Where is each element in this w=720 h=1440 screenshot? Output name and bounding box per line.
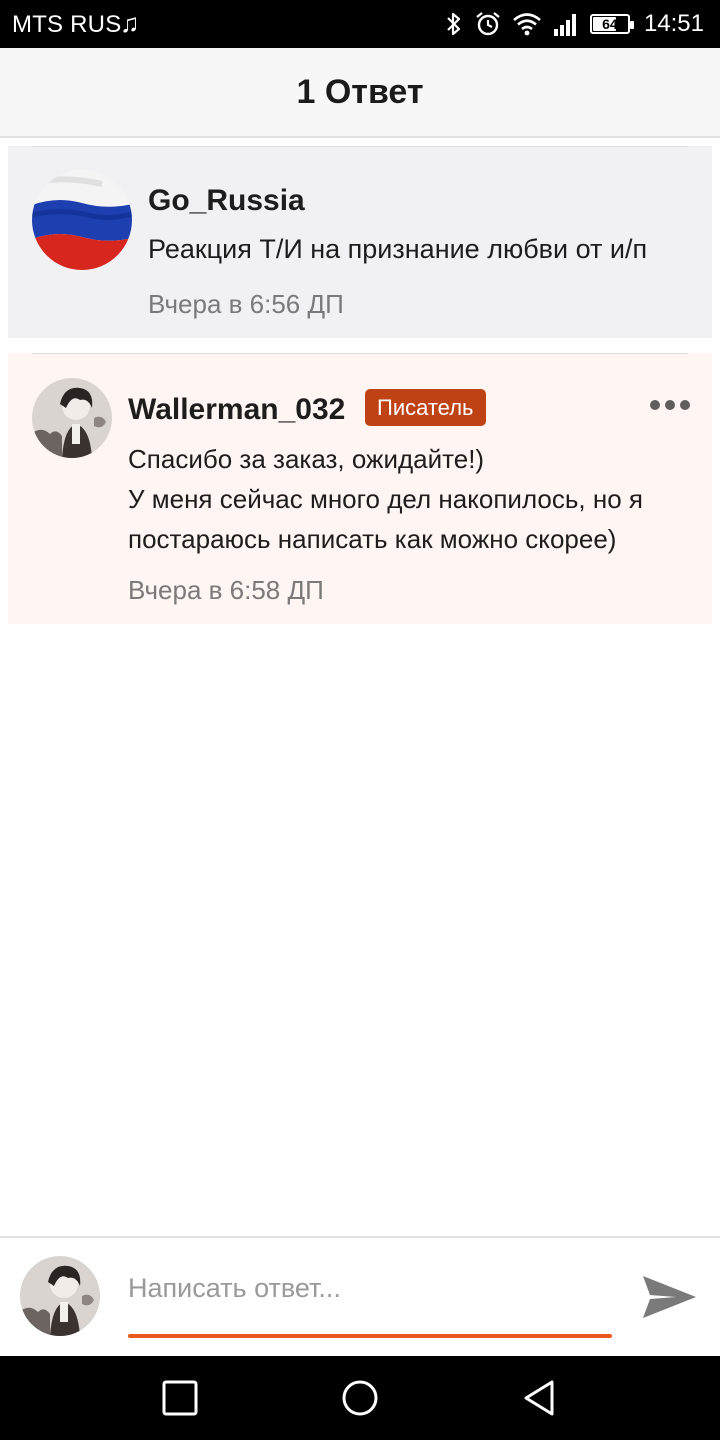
avatar[interactable]	[32, 378, 112, 458]
dot	[680, 400, 690, 410]
signal-icon	[552, 11, 580, 37]
reply-text: Спасибо за заказ, ожидайте!) У меня сейч…	[128, 439, 643, 559]
status-icons: 64 14:51	[444, 0, 704, 48]
recent-apps-icon[interactable]	[158, 1376, 202, 1420]
battery-level: 64	[602, 16, 618, 32]
parent-author-name[interactable]: Go_Russia	[148, 184, 305, 218]
parent-comment-text: Реакция Т/И на признание любви от и/п	[148, 234, 648, 264]
reply-text-line: постараюсь написать как можно скорее)	[128, 524, 617, 554]
dot	[650, 400, 660, 410]
reply-author-name[interactable]: Wallerman_032	[128, 393, 345, 427]
app-header: 1 Ответ	[0, 48, 720, 138]
alarm-icon	[474, 10, 502, 38]
more-options-icon[interactable]	[650, 393, 690, 417]
reply-composer	[0, 1236, 720, 1356]
reply-timestamp: Вчера в 6:58 ДП	[128, 575, 324, 605]
writer-badge: Писатель	[365, 389, 486, 426]
navigation-bar	[0, 1356, 720, 1440]
reply-input[interactable]	[128, 1268, 612, 1308]
user-avatar-image	[32, 378, 112, 458]
back-icon[interactable]	[518, 1376, 562, 1420]
reply-text-line: Спасибо за заказ, ожидайте!)	[128, 444, 485, 474]
carrier-name: MTS RUS	[12, 11, 122, 38]
parent-comment: Go_Russia Реакция Т/И на признание любви…	[8, 146, 712, 338]
clock: 14:51	[643, 10, 704, 37]
bluetooth-icon	[444, 10, 464, 38]
input-underline	[128, 1334, 612, 1338]
send-icon[interactable]	[640, 1268, 698, 1326]
russian-flag-avatar	[32, 170, 132, 270]
page-title: 1 Ответ	[296, 72, 424, 111]
dot	[665, 400, 675, 410]
current-user-avatar-image	[20, 1256, 100, 1336]
avatar	[20, 1256, 100, 1336]
avatar[interactable]	[32, 170, 132, 270]
battery-icon: 64	[589, 14, 634, 34]
home-icon[interactable]	[338, 1376, 382, 1420]
divider	[32, 353, 688, 354]
divider	[32, 146, 688, 147]
reply-comment: Wallerman_032 Писатель Спасибо за заказ,…	[8, 353, 712, 624]
music-note-icon: ♫	[120, 8, 140, 38]
wifi-icon	[512, 11, 542, 37]
status-bar: MTS RUS ♫ 64 14:51	[0, 0, 720, 48]
reply-text-line: У меня сейчас много дел накопилось, но я	[128, 484, 643, 514]
parent-comment-timestamp: Вчера в 6:56 ДП	[148, 289, 344, 319]
